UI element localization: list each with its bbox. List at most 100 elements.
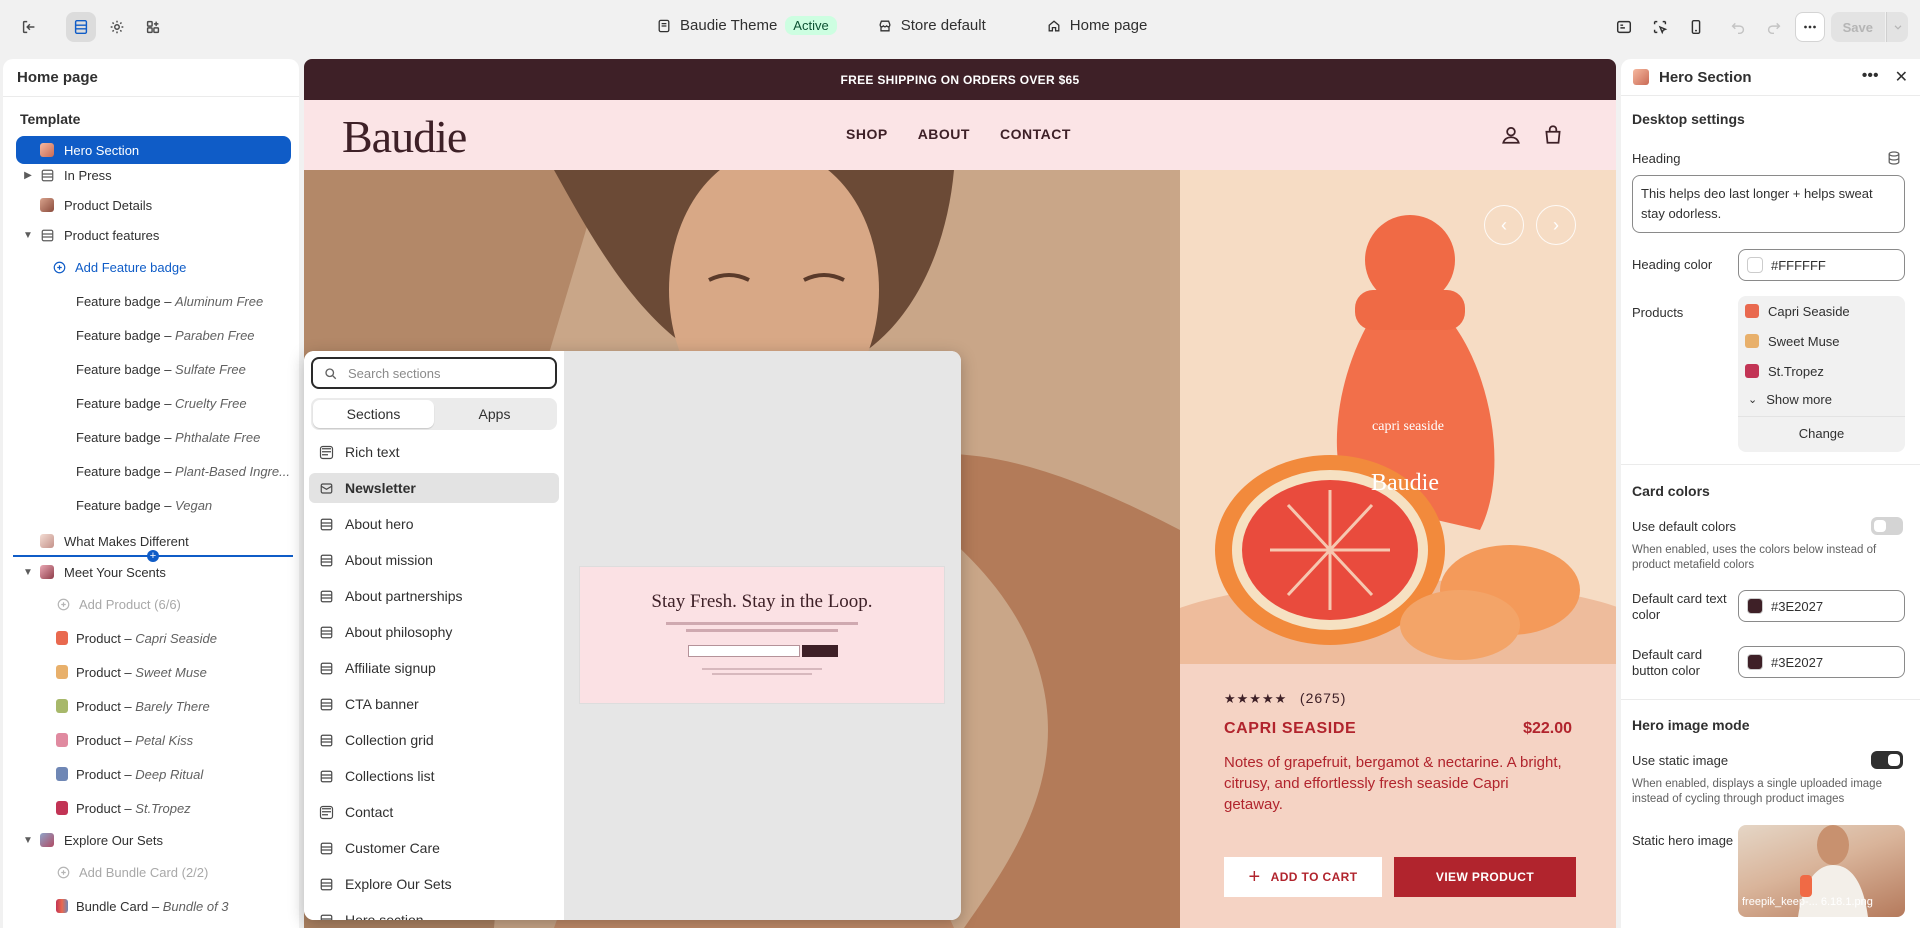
use-static-image-toggle[interactable]	[1871, 751, 1903, 769]
section-option[interactable]: About philosophy	[309, 617, 559, 647]
save-button[interactable]: Save	[1830, 12, 1885, 42]
tree-item-product[interactable]: Product – Petal Kiss	[16, 726, 291, 754]
tree-item-feature-badge[interactable]: Feature badge – Plant-Based Ingre...	[16, 457, 291, 485]
more-actions-icon[interactable]	[1794, 12, 1825, 42]
tree-item-product[interactable]: Product – St.Tropez	[16, 794, 291, 822]
cursor-select-icon[interactable]	[1645, 12, 1675, 42]
section-option-label: Affiliate signup	[345, 660, 436, 676]
undo-icon[interactable]	[1723, 12, 1753, 42]
search-input[interactable]: Search sections	[311, 357, 557, 389]
page-selector[interactable]: Home page	[1040, 13, 1154, 38]
tree-item-bundle-card[interactable]: Bundle Card – Bundle of 3	[16, 892, 291, 920]
selected-product[interactable]: St.Tropez	[1738, 356, 1905, 386]
add-to-cart-button[interactable]: + ADD TO CART	[1224, 857, 1382, 897]
section-option-label: About mission	[345, 552, 433, 568]
carousel-prev-button[interactable]: ‹	[1484, 205, 1524, 245]
add-feature-badge-button[interactable]: Add Feature badge	[16, 253, 291, 281]
tree-item-feature-badge[interactable]: Feature badge – Sulfate Free	[16, 355, 291, 383]
tree-item-product[interactable]: Product – Capri Seaside	[16, 624, 291, 652]
theme-selector[interactable]: Baudie Theme Active	[650, 12, 843, 39]
section-option[interactable]: About mission	[309, 545, 559, 575]
color-swatch[interactable]	[1747, 654, 1763, 670]
section-option[interactable]: Explore Our Sets	[309, 869, 559, 899]
color-swatch[interactable]	[1747, 598, 1763, 614]
nav-shop[interactable]: SHOP	[846, 126, 888, 142]
selected-product[interactable]: Sweet Muse	[1738, 326, 1905, 356]
tree-item-explore-our-sets[interactable]: ▼ Explore Our Sets	[16, 826, 291, 854]
sections-icon[interactable]	[66, 12, 96, 42]
section-option[interactable]: Newsletter	[309, 473, 559, 503]
tree-item-feature-badge[interactable]: Feature badge – Vegan	[16, 491, 291, 519]
tree-item-feature-badge[interactable]: Feature badge – Aluminum Free	[16, 287, 291, 315]
tree-item-product[interactable]: Product – Deep Ritual	[16, 760, 291, 788]
use-default-colors-toggle[interactable]	[1871, 517, 1903, 535]
default-card-button-color-field[interactable]: #3E2027	[1738, 646, 1905, 678]
section-option[interactable]: Affiliate signup	[309, 653, 559, 683]
tree-item-hero-section[interactable]: Hero Section	[16, 136, 291, 164]
section-option[interactable]: About partnerships	[309, 581, 559, 611]
section-option[interactable]: About hero	[309, 509, 559, 539]
tree-item-feature-badge[interactable]: Feature badge – Phthalate Free	[16, 423, 291, 451]
nav-about[interactable]: ABOUT	[918, 126, 970, 142]
section-option[interactable]: CTA banner	[309, 689, 559, 719]
change-products-button[interactable]: Change	[1738, 417, 1905, 449]
chevron-down-icon[interactable]: ▼	[22, 567, 34, 578]
view-product-button[interactable]: VIEW PRODUCT	[1394, 857, 1576, 897]
tree-item-label: Add Product (6/6)	[79, 596, 181, 612]
tree-item-in-press[interactable]: ▶ In Press	[16, 161, 291, 189]
heading-color-field[interactable]: #FFFFFF	[1738, 249, 1905, 281]
chevron-down-icon[interactable]: ▼	[22, 835, 34, 846]
tab-apps[interactable]: Apps	[434, 400, 555, 428]
settings-title: Hero Section	[1659, 68, 1752, 86]
section-type-icon	[320, 734, 333, 746]
mobile-view-icon[interactable]	[1681, 12, 1711, 42]
color-swatch[interactable]	[1747, 257, 1763, 273]
chevron-down-icon[interactable]: ▼	[22, 230, 34, 241]
selected-product[interactable]: Capri Seaside	[1738, 296, 1905, 326]
gear-icon[interactable]	[102, 12, 132, 42]
section-type-icon	[320, 590, 333, 602]
products-picker: Capri Seaside Sweet Muse St.Tropez ⌄ Sho…	[1738, 296, 1905, 452]
static-hero-image-thumbnail[interactable]: freepik_keep-... 6.18.1.png	[1738, 825, 1905, 917]
heading-textarea[interactable]: This helps deo last longer + helps sweat…	[1632, 175, 1905, 233]
product-name[interactable]: CAPRI SEASIDE	[1224, 720, 1356, 738]
add-bundle-card-button[interactable]: Add Bundle Card (2/2)	[16, 858, 291, 886]
redo-icon[interactable]	[1759, 12, 1789, 42]
close-icon[interactable]: ✕	[1895, 67, 1908, 87]
section-option[interactable]: Rich text	[309, 437, 559, 467]
tab-sections[interactable]: Sections	[313, 400, 434, 428]
save-options-button[interactable]	[1886, 12, 1908, 42]
section-option[interactable]: Collection grid	[309, 725, 559, 755]
more-options-icon[interactable]: •••	[1862, 67, 1879, 87]
dynamic-source-icon[interactable]	[1886, 150, 1902, 166]
store-logo[interactable]: Baudie	[342, 110, 467, 163]
tree-item-label: Feature badge	[76, 429, 161, 445]
account-icon[interactable]	[1500, 124, 1522, 146]
section-thumbnail	[40, 534, 54, 548]
default-card-text-color-field[interactable]: #3E2027	[1738, 590, 1905, 622]
section-option[interactable]: Collections list	[309, 761, 559, 791]
store-header: Baudie SHOP ABOUT CONTACT	[304, 100, 1616, 170]
tree-item-feature-badge[interactable]: Feature badge – Paraben Free	[16, 321, 291, 349]
cart-icon[interactable]	[1542, 124, 1564, 146]
tree-item-meet-your-scents[interactable]: ▼ Meet Your Scents	[16, 558, 291, 586]
inspector-icon[interactable]	[1609, 12, 1639, 42]
product-name: Capri Seaside	[1768, 303, 1850, 319]
nav-contact[interactable]: CONTACT	[1000, 126, 1071, 142]
tree-item-feature-badge[interactable]: Feature badge – Cruelty Free	[16, 389, 291, 417]
chevron-right-icon[interactable]: ▶	[22, 170, 34, 181]
carousel-next-button[interactable]: ›	[1536, 205, 1576, 245]
add-product-button[interactable]: Add Product (6/6)	[16, 590, 291, 618]
tree-item-product-details[interactable]: Product Details	[16, 191, 291, 219]
section-option[interactable]: Hero section	[309, 905, 559, 920]
tree-item-label: Product	[76, 766, 121, 782]
tree-item-product[interactable]: Product – Sweet Muse	[16, 658, 291, 686]
exit-icon[interactable]	[14, 12, 44, 42]
tree-item-product-features[interactable]: ▼ Product features	[16, 221, 291, 249]
tree-item-product[interactable]: Product – Barely There	[16, 692, 291, 720]
apps-icon[interactable]	[138, 12, 168, 42]
store-selector[interactable]: Store default	[871, 13, 992, 38]
section-option[interactable]: Contact	[309, 797, 559, 827]
show-more-button[interactable]: ⌄ Show more	[1738, 386, 1905, 412]
section-option[interactable]: Customer Care	[309, 833, 559, 863]
